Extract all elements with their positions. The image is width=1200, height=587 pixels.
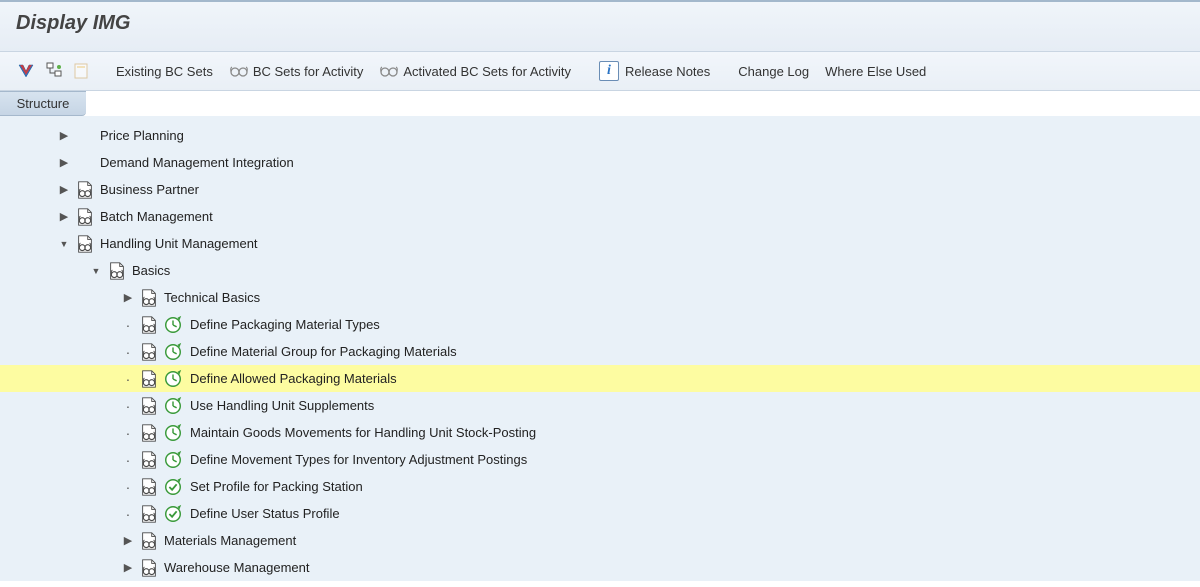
glasses-icon — [229, 64, 249, 78]
tree-node-label: Use Handling Unit Supplements — [188, 398, 374, 413]
release-notes-label: Release Notes — [625, 64, 710, 79]
img-doc-icon[interactable] — [138, 287, 160, 309]
tree-row[interactable]: · Maintain Goods Movements for Handling U… — [0, 419, 1200, 446]
tree-row[interactable]: ▶ Batch Management — [0, 203, 1200, 230]
expand-icon[interactable]: ▶ — [56, 129, 72, 142]
activated-bc-sets-button[interactable]: Activated BC Sets for Activity — [373, 61, 577, 82]
tree-leaf-bullet: · — [120, 318, 136, 332]
tree-node-label: Set Profile for Packing Station — [188, 479, 363, 494]
toolbar: Existing BC Sets BC Sets for Activity Ac… — [0, 52, 1200, 91]
img-doc-icon[interactable] — [138, 314, 160, 336]
collapse-icon[interactable]: ▼ — [88, 266, 104, 276]
img-doc-icon[interactable] — [138, 422, 160, 444]
img-doc-icon[interactable] — [138, 557, 160, 579]
tree-row[interactable]: · Define Movement Types for Inventory Adj… — [0, 446, 1200, 473]
activity-complete-icon[interactable] — [162, 503, 184, 525]
tree-node-label: Define Packaging Material Types — [188, 317, 380, 332]
activated-bc-sets-label: Activated BC Sets for Activity — [403, 64, 571, 79]
tree-node-label: Business Partner — [98, 182, 199, 197]
img-doc-icon[interactable] — [138, 395, 160, 417]
tree-node-label: Basics — [130, 263, 170, 278]
img-doc-icon[interactable] — [106, 260, 128, 282]
img-doc-icon[interactable] — [138, 368, 160, 390]
tree-node-label: Technical Basics — [162, 290, 260, 305]
img-doc-icon[interactable] — [74, 179, 96, 201]
add-node-icon[interactable] — [70, 59, 94, 83]
where-else-used-label: Where Else Used — [825, 64, 926, 79]
existing-bc-sets-label: Existing BC Sets — [116, 64, 213, 79]
tree-row[interactable]: · Define User Status Profile — [0, 500, 1200, 527]
img-doc-icon[interactable] — [138, 449, 160, 471]
tree-node-label: Handling Unit Management — [98, 236, 258, 251]
tree-row[interactable]: ▶ Warehouse Management — [0, 554, 1200, 581]
tree-node-label: Price Planning — [98, 128, 184, 143]
tree-node-label: Define Movement Types for Inventory Adju… — [188, 452, 527, 467]
expand-icon[interactable]: ▶ — [120, 534, 136, 547]
img-doc-icon[interactable] — [138, 341, 160, 363]
tree-node-label: Maintain Goods Movements for Handling Un… — [188, 425, 536, 440]
tree-leaf-bullet: · — [120, 426, 136, 440]
activity-icon[interactable] — [162, 341, 184, 363]
where-else-used-button[interactable]: Where Else Used — [819, 61, 932, 82]
tree-row[interactable]: · Define Allowed Packaging Materials — [0, 365, 1200, 392]
change-log-button[interactable]: Change Log — [732, 61, 815, 82]
tree-row[interactable]: · Define Packaging Material Types — [0, 311, 1200, 338]
tree-node-label: Materials Management — [162, 533, 296, 548]
activity-icon[interactable] — [162, 395, 184, 417]
glasses-icon — [379, 64, 399, 78]
tree-row[interactable]: ▶ Price Planning — [0, 122, 1200, 149]
structure-column-header: Structure — [0, 91, 86, 116]
expand-icon[interactable]: ▶ — [56, 156, 72, 169]
img-tree: ▶ Price Planning ▶ Demand Management Integr… — [0, 116, 1200, 581]
tree-leaf-bullet: · — [120, 345, 136, 359]
tree-row[interactable]: ▼ Basics — [0, 257, 1200, 284]
expand-icon[interactable]: ▶ — [56, 210, 72, 223]
tree-leaf-bullet: · — [120, 507, 136, 521]
hierarchy-icon[interactable] — [42, 59, 66, 83]
page-header: Display IMG — [0, 2, 1200, 52]
tree-row[interactable]: ▶ Business Partner — [0, 176, 1200, 203]
tree-row[interactable]: ▶ Technical Basics — [0, 284, 1200, 311]
expand-icon[interactable]: ▶ — [56, 183, 72, 196]
bc-sets-for-activity-label: BC Sets for Activity — [253, 64, 364, 79]
change-log-label: Change Log — [738, 64, 809, 79]
expand-collapse-icon[interactable] — [14, 59, 38, 83]
activity-complete-icon[interactable] — [162, 476, 184, 498]
release-notes-button[interactable]: i Release Notes — [593, 58, 716, 84]
img-doc-icon[interactable] — [138, 476, 160, 498]
info-icon: i — [599, 61, 619, 81]
expand-icon[interactable]: ▶ — [120, 561, 136, 574]
activity-icon[interactable] — [162, 449, 184, 471]
img-doc-icon[interactable] — [74, 206, 96, 228]
tree-row[interactable]: ▶ Demand Management Integration — [0, 149, 1200, 176]
tree-leaf-bullet: · — [120, 480, 136, 494]
tree-row[interactable]: · Define Material Group for Packaging Mat… — [0, 338, 1200, 365]
tree-node-label: Demand Management Integration — [98, 155, 294, 170]
activity-icon[interactable] — [162, 368, 184, 390]
expand-icon[interactable]: ▶ — [120, 291, 136, 304]
img-doc-icon[interactable] — [138, 530, 160, 552]
collapse-icon[interactable]: ▼ — [56, 239, 72, 249]
tree-row[interactable]: ▼ Handling Unit Management — [0, 230, 1200, 257]
tree-node-label: Warehouse Management — [162, 560, 310, 575]
img-doc-icon[interactable] — [74, 233, 96, 255]
tree-row[interactable]: · Set Profile for Packing Station — [0, 473, 1200, 500]
tree-row[interactable]: ▶ Materials Management — [0, 527, 1200, 554]
page-title: Display IMG — [16, 12, 1184, 35]
img-doc-icon[interactable] — [138, 503, 160, 525]
tree-leaf-bullet: · — [120, 399, 136, 413]
tree-node-label: Define Allowed Packaging Materials — [188, 371, 397, 386]
tree-node-label: Define User Status Profile — [188, 506, 340, 521]
tree-node-label: Batch Management — [98, 209, 213, 224]
tree-leaf-bullet: · — [120, 453, 136, 467]
bc-sets-for-activity-button[interactable]: BC Sets for Activity — [223, 61, 370, 82]
existing-bc-sets-button[interactable]: Existing BC Sets — [110, 61, 219, 82]
tree-leaf-bullet: · — [120, 372, 136, 386]
tree-row[interactable]: · Use Handling Unit Supplements — [0, 392, 1200, 419]
activity-icon[interactable] — [162, 314, 184, 336]
tree-node-label: Define Material Group for Packaging Mate… — [188, 344, 457, 359]
activity-icon[interactable] — [162, 422, 184, 444]
